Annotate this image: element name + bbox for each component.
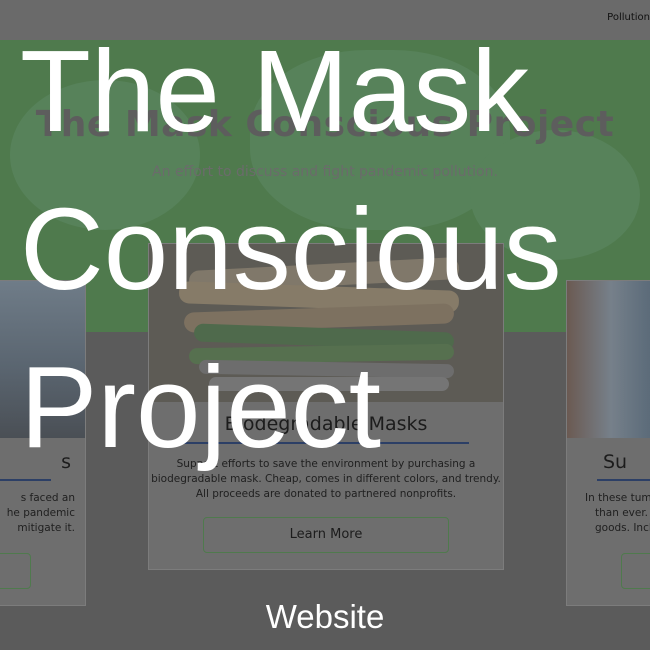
card-left-text-line: he pandemic xyxy=(6,507,75,519)
card-left-text-line: mitigate it. xyxy=(17,522,75,534)
card-left-text: s faced an he pandemic mitigate it. xyxy=(0,491,75,536)
card-right-button[interactable] xyxy=(621,553,650,589)
card-right-text-line: In these tumul xyxy=(585,492,650,504)
card-right-text: In these tumul than ever. He goods. Incl… xyxy=(585,491,650,536)
card-left-button[interactable] xyxy=(0,553,31,589)
card-left-text-line: s faced an xyxy=(20,492,75,504)
overlay-title: The Mask Conscious Project xyxy=(20,26,562,472)
overlay-caption: Website xyxy=(265,598,385,635)
card-right-text-line: goods. Includ xyxy=(595,522,650,534)
card-right-text-line: than ever. He xyxy=(595,507,650,519)
card-center-text-line: All proceeds are donated to partnered no… xyxy=(195,488,457,500)
learn-more-button[interactable]: Learn More xyxy=(203,517,449,553)
